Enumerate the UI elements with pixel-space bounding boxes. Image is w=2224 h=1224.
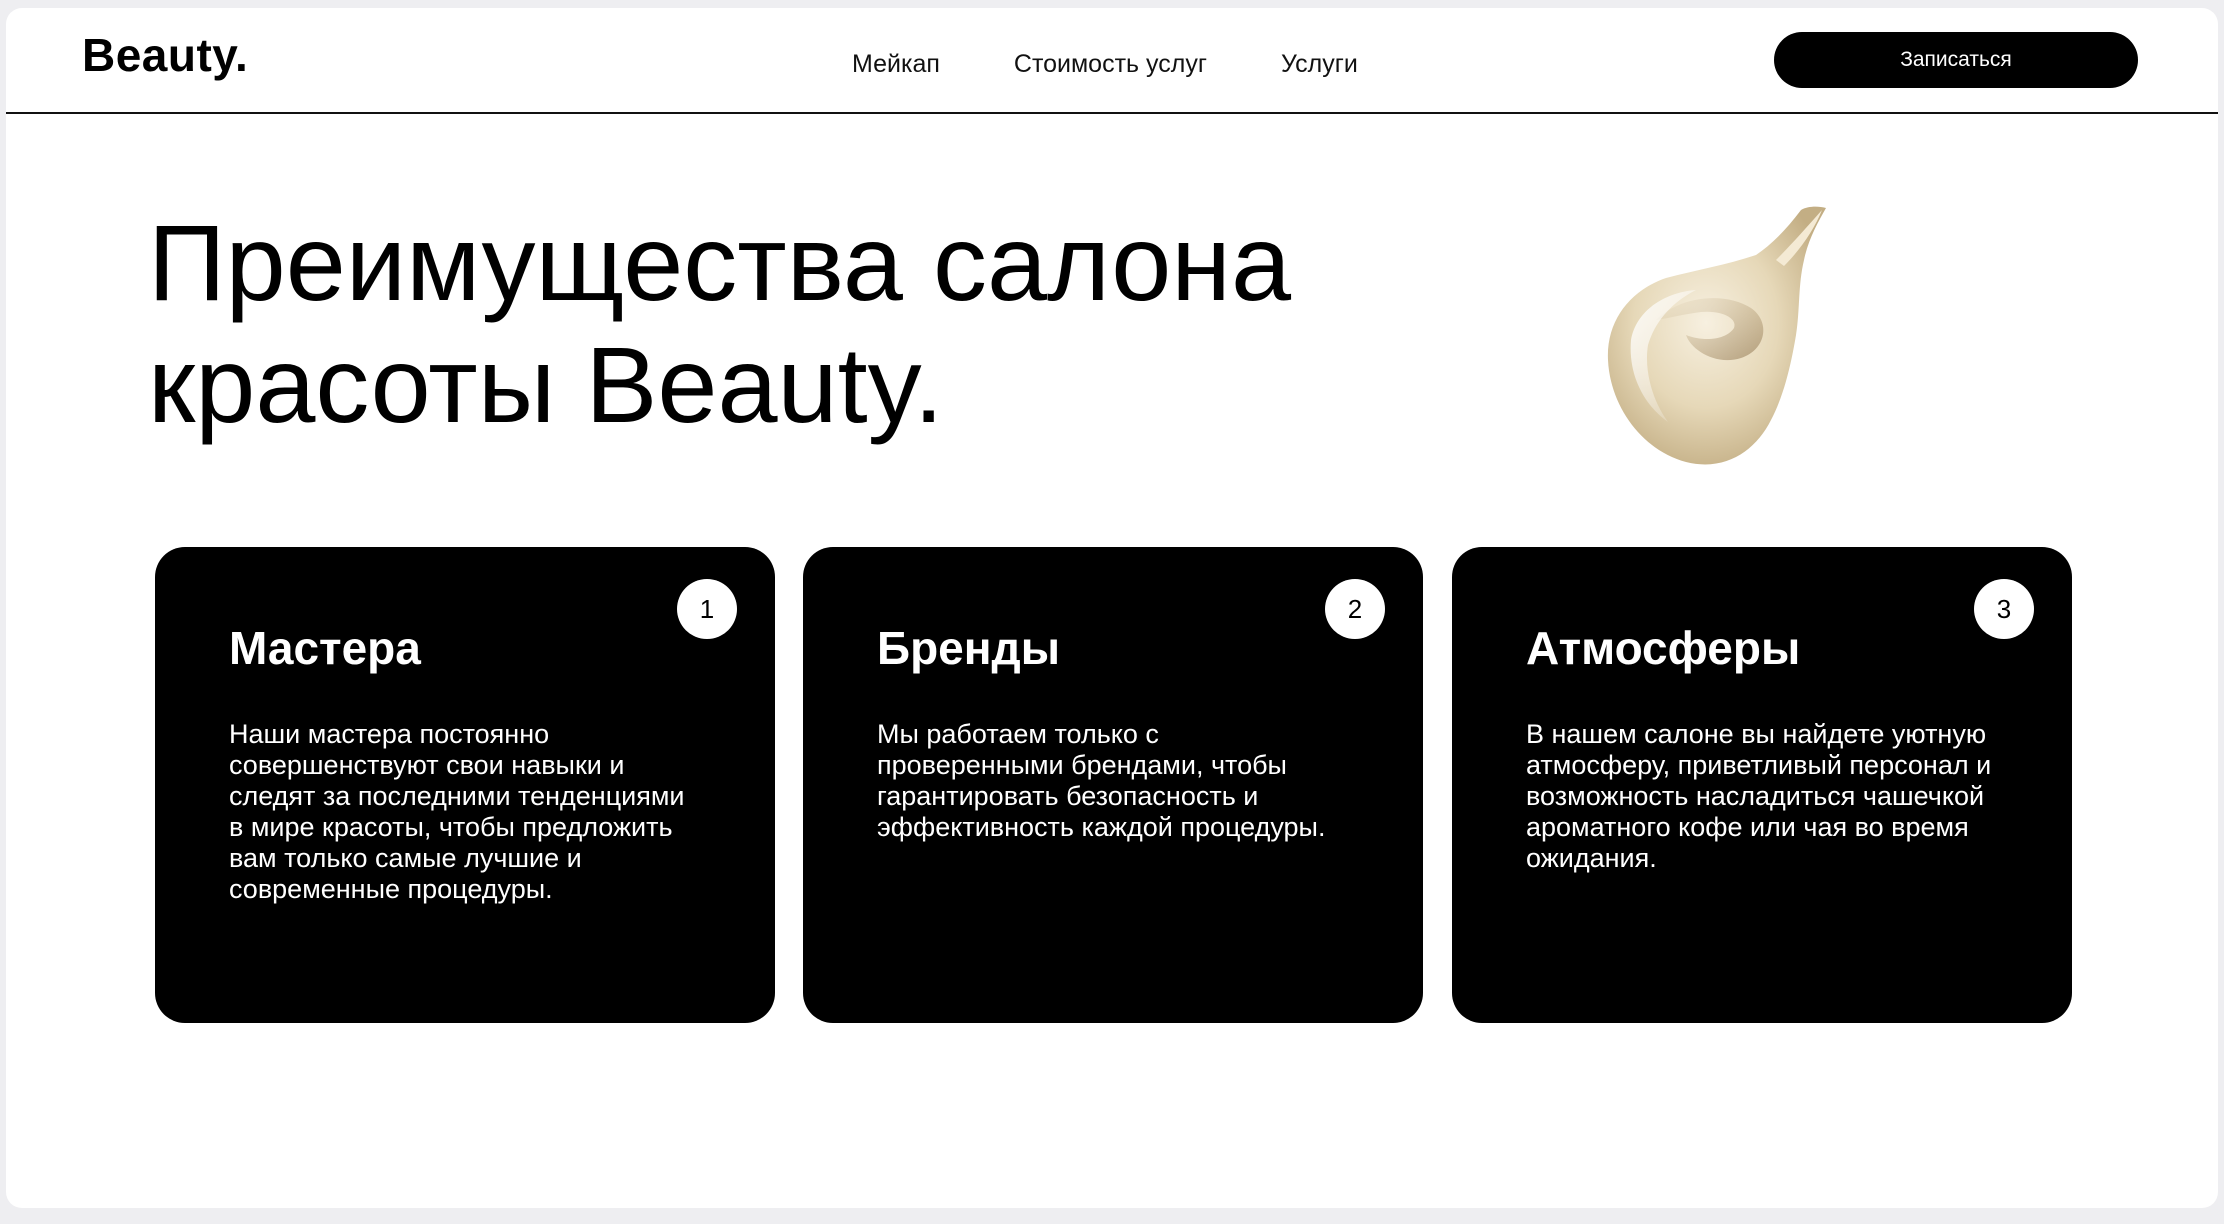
- nav-link-prices[interactable]: Стоимость услуг: [1014, 50, 1207, 79]
- card-title: Бренды: [877, 622, 1061, 674]
- hero-title-line-1: Преимущества салона: [148, 202, 1292, 323]
- card-number-badge: 1: [677, 579, 737, 639]
- site-header: Beauty. Мейкап Стоимость услуг Услуги За…: [6, 8, 2218, 114]
- advantages-cards: 1 Мастера Наши мастера постоянно соверше…: [155, 547, 2075, 1023]
- nav-link-services[interactable]: Услуги: [1281, 50, 1358, 79]
- hero-title-line-2: красоты Beauty.: [148, 324, 944, 445]
- card-number-badge: 3: [1974, 579, 2034, 639]
- nav-link-makeup[interactable]: Мейкап: [852, 50, 940, 79]
- advantage-card-masters: 1 Мастера Наши мастера постоянно соверше…: [155, 547, 775, 1023]
- logo[interactable]: Beauty.: [82, 28, 248, 82]
- cream-swatch-image: [1607, 206, 1826, 465]
- main-nav: Мейкап Стоимость услуг Услуги: [852, 46, 1358, 82]
- card-title: Мастера: [229, 622, 421, 674]
- card-title: Атмосферы: [1526, 622, 1801, 674]
- page-frame: Beauty. Мейкап Стоимость услуг Услуги За…: [6, 8, 2218, 1208]
- card-text: Наши мастера постоянно совершенствуют св…: [229, 719, 685, 904]
- card-number-badge: 2: [1325, 579, 1385, 639]
- book-button[interactable]: Записаться: [1774, 32, 2138, 88]
- card-text: Мы работаем только с проверенными бренда…: [877, 719, 1326, 842]
- hero-title: Преимущества салона красоты Beauty.: [148, 202, 1448, 446]
- card-text: В нашем салоне вы найдете уютную атмосфе…: [1526, 719, 1992, 873]
- advantage-card-atmosphere: 3 Атмосферы В нашем салоне вы найдете ую…: [1452, 547, 2072, 1023]
- advantage-card-brands: 2 Бренды Мы работаем только с проверенны…: [803, 547, 1423, 1023]
